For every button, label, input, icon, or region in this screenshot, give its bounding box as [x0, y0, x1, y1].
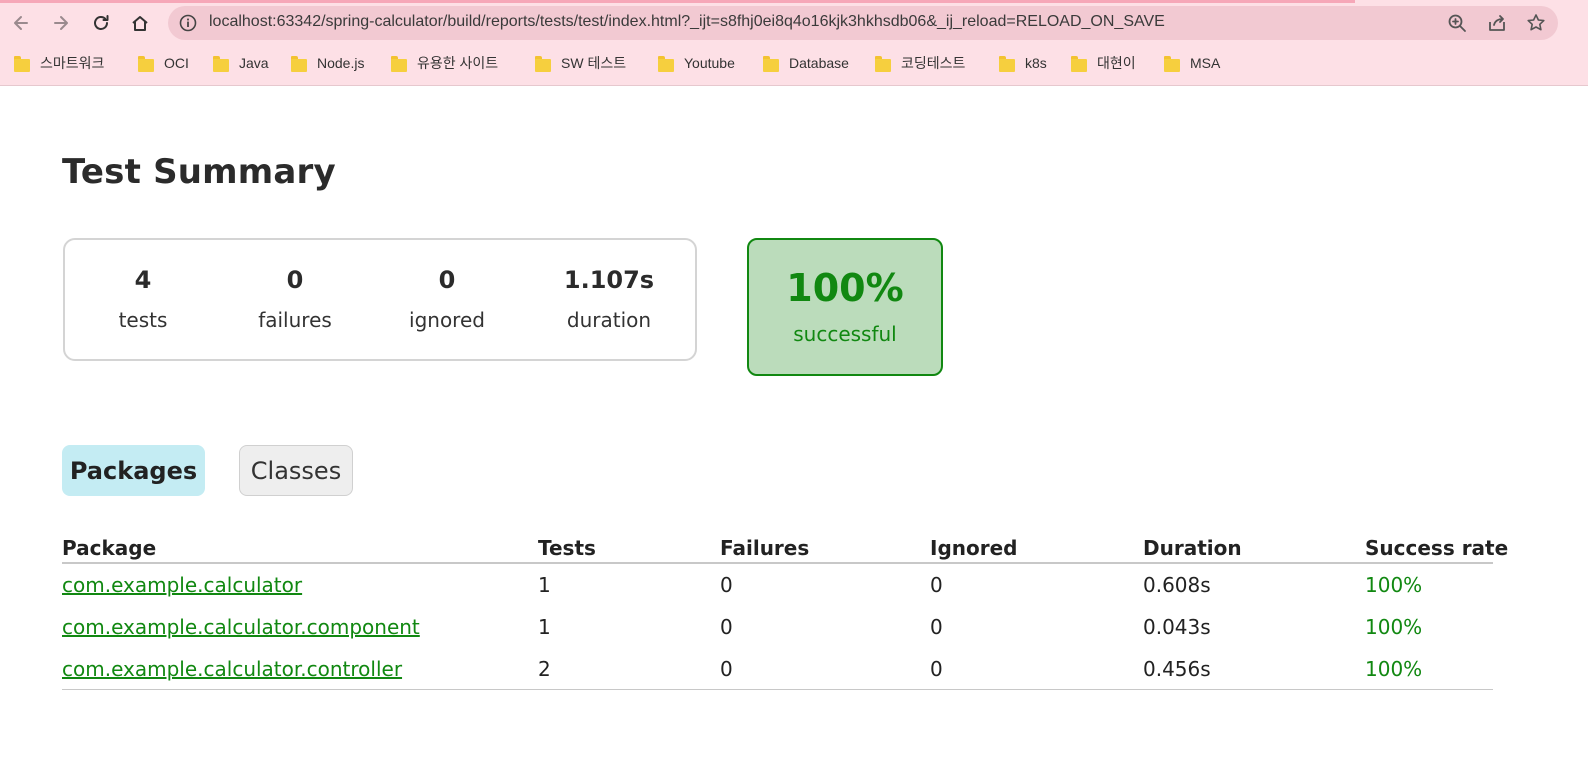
bookmark-label: Java [239, 55, 269, 71]
reload-icon[interactable] [86, 8, 116, 38]
bookmark-label: 대현이 [1097, 55, 1136, 71]
folder-icon [535, 56, 551, 72]
folder-icon [14, 56, 30, 72]
cell-success-rate: 100% [1365, 657, 1423, 681]
cell-failures: 0 [720, 615, 733, 639]
counter-value: 0 [286, 266, 304, 294]
success-rate-box: 100% successful [747, 238, 943, 376]
bookmark-folder[interactable]: 코딩테스트 [875, 48, 965, 78]
zoom-icon[interactable] [1446, 12, 1468, 34]
column-header-tests: Tests [538, 536, 596, 560]
cell-ignored: 0 [930, 615, 943, 639]
column-header-duration: Duration [1143, 536, 1242, 560]
cell-duration: 0.456s [1143, 657, 1211, 681]
bookmark-folder[interactable]: 대현이 [1071, 48, 1136, 78]
bookmark-label: OCI [164, 55, 189, 71]
package-link[interactable]: com.example.calculator.component [62, 615, 420, 639]
bookmark-label: MSA [1190, 55, 1221, 71]
counter-label: failures [258, 308, 332, 332]
counter-ignored: 0 ignored [387, 266, 507, 332]
table-row: com.example.calculator 1 0 0 0.608s 100% [62, 564, 1493, 606]
home-icon[interactable] [125, 8, 155, 38]
loading-bar [0, 0, 1355, 3]
counter-label: ignored [409, 308, 485, 332]
column-header-success-rate: Success rate [1365, 536, 1509, 560]
folder-icon [138, 56, 154, 72]
counter-failures: 0 failures [235, 266, 355, 332]
success-rate-value: 100% [786, 266, 904, 310]
cell-tests: 2 [538, 657, 551, 681]
counter-value: 0 [438, 266, 456, 294]
folder-icon [875, 56, 891, 72]
table-header: Package Tests Failures Ignored Duration … [62, 534, 1508, 564]
bookmark-folder[interactable]: Java [213, 48, 269, 78]
page-title: Test Summary [62, 152, 336, 192]
folder-icon [763, 56, 779, 72]
bookmark-label: SW 테스트 [561, 55, 627, 71]
cell-tests: 1 [538, 573, 551, 597]
summary-counters: 4 tests 0 failures 0 ignored 1.107s dura… [63, 238, 697, 361]
bookmarks-bar: 스마트워크 OCI Java Node.js 유용한 사이트 SW 테스트 Yo… [0, 48, 1588, 78]
bookmark-folder[interactable]: 유용한 사이트 [391, 48, 498, 78]
column-header-failures: Failures [720, 536, 810, 560]
counter-label: tests [118, 308, 168, 332]
table-row: com.example.calculator.controller 2 0 0 … [62, 648, 1493, 690]
column-header-ignored: Ignored [930, 536, 1018, 560]
counter-tests: 4 tests [83, 266, 203, 332]
bookmark-folder[interactable]: Youtube [658, 48, 735, 78]
folder-icon [1164, 56, 1180, 72]
share-icon[interactable] [1486, 12, 1508, 34]
bookmark-folder[interactable]: OCI [138, 48, 189, 78]
tab-packages[interactable]: Packages [62, 445, 205, 496]
info-icon[interactable] [178, 13, 198, 33]
success-rate-label: successful [793, 322, 897, 346]
package-link[interactable]: com.example.calculator [62, 573, 302, 597]
bookmark-folder[interactable]: SW 테스트 [535, 48, 626, 78]
folder-icon [213, 56, 229, 72]
bookmark-folder[interactable]: 스마트워크 [14, 48, 104, 78]
address-bar[interactable]: localhost:63342/spring-calculator/build/… [168, 6, 1558, 40]
star-icon[interactable] [1525, 12, 1547, 34]
browser-toolbar: localhost:63342/spring-calculator/build/… [0, 0, 1588, 86]
bookmark-label: k8s [1025, 55, 1047, 71]
forward-icon[interactable] [46, 8, 76, 38]
url-text[interactable]: localhost:63342/spring-calculator/build/… [209, 13, 1165, 31]
folder-icon [999, 56, 1015, 72]
bookmark-label: 코딩테스트 [901, 55, 966, 71]
bookmark-label: Node.js [317, 55, 365, 71]
counter-label: duration [566, 308, 652, 332]
packages-table: Package Tests Failures Ignored Duration … [62, 534, 1508, 690]
counter-value: 4 [134, 266, 152, 294]
bookmark-label: Database [789, 55, 849, 71]
cell-success-rate: 100% [1365, 573, 1423, 597]
cell-ignored: 0 [930, 573, 943, 597]
package-link[interactable]: com.example.calculator.controller [62, 657, 402, 681]
bookmark-label: Youtube [684, 55, 735, 71]
folder-icon [658, 56, 674, 72]
cell-failures: 0 [720, 657, 733, 681]
folder-icon [391, 56, 407, 72]
cell-failures: 0 [720, 573, 733, 597]
tab-classes[interactable]: Classes [239, 445, 353, 496]
bookmark-folder[interactable]: Node.js [291, 48, 364, 78]
folder-icon [1071, 56, 1087, 72]
cell-ignored: 0 [930, 657, 943, 681]
bookmark-folder[interactable]: k8s [999, 48, 1047, 78]
counter-duration: 1.107s duration [549, 266, 669, 332]
cell-duration: 0.043s [1143, 615, 1211, 639]
counter-value: 1.107s [563, 266, 655, 294]
folder-icon [291, 56, 307, 72]
bookmark-label: 스마트워크 [40, 55, 105, 71]
bookmark-folder[interactable]: Database [763, 48, 849, 78]
cell-tests: 1 [538, 615, 551, 639]
column-header-package: Package [62, 536, 157, 560]
cell-success-rate: 100% [1365, 615, 1423, 639]
table-row: com.example.calculator.component 1 0 0 0… [62, 606, 1493, 648]
bookmark-label: 유용한 사이트 [417, 55, 499, 71]
bookmark-folder[interactable]: MSA [1164, 48, 1220, 78]
cell-duration: 0.608s [1143, 573, 1211, 597]
back-icon[interactable] [6, 8, 36, 38]
